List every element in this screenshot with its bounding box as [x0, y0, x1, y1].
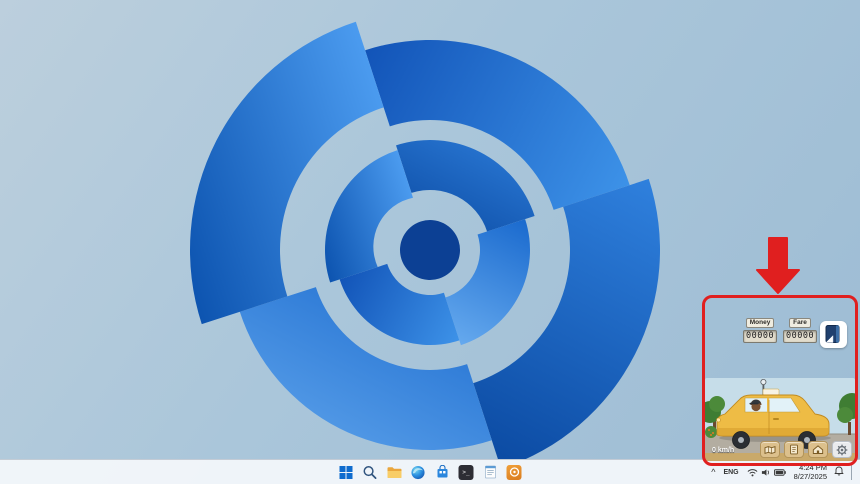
- notepad-icon: [484, 465, 496, 479]
- bell-icon: [834, 466, 844, 476]
- notification-button[interactable]: [833, 462, 845, 482]
- search-icon: [363, 465, 377, 479]
- fare-hud: Fare 00000: [783, 318, 818, 343]
- wifi-icon: [747, 468, 758, 476]
- logbook-icon: [825, 325, 840, 343]
- home-button[interactable]: [808, 441, 828, 458]
- network-volume-battery-cluster[interactable]: [745, 466, 788, 479]
- speed-readout: 0 km/h: [712, 447, 735, 454]
- steering-wheel-glyph: [509, 467, 519, 477]
- red-arrow-icon: [756, 237, 800, 294]
- logbook-button[interactable]: [820, 321, 847, 348]
- search-button[interactable]: [361, 463, 380, 482]
- taskbar-center-icons: >_: [337, 460, 524, 484]
- tray-date: 8/27/2025: [793, 472, 827, 481]
- taxi-game-window: Money 00000 Fare 00000 0 km/h: [705, 299, 855, 461]
- home-icon: [812, 445, 824, 454]
- start-icon: [339, 465, 353, 479]
- terminal-icon: >_: [458, 464, 474, 480]
- money-label: Money: [745, 318, 775, 328]
- map-button[interactable]: [760, 441, 780, 458]
- map-icon: [764, 445, 776, 454]
- battery-icon: [773, 468, 786, 476]
- terminal-button[interactable]: >_: [457, 463, 476, 482]
- clock[interactable]: 4:24 PM 8/27/2025: [794, 463, 827, 482]
- show-desktop-sliver[interactable]: [851, 464, 855, 480]
- start-button[interactable]: [337, 463, 356, 482]
- file-explorer-icon: [387, 466, 401, 478]
- fare-label: Fare: [789, 318, 811, 328]
- log-button[interactable]: [784, 441, 804, 458]
- game-icon: [506, 464, 522, 480]
- edge-button[interactable]: [409, 463, 428, 482]
- edge-icon: [411, 465, 425, 479]
- money-display: 00000: [743, 330, 778, 343]
- settings-button[interactable]: [832, 441, 852, 458]
- taskbar: >_ ^ ENG 4:24 PM 8/27/2025: [0, 459, 860, 484]
- store-icon: [437, 465, 447, 478]
- fare-display: 00000: [783, 330, 818, 343]
- receipt-icon: [790, 444, 798, 455]
- gear-icon: [836, 444, 848, 455]
- language-indicator[interactable]: ENG: [723, 469, 738, 476]
- game-app-button[interactable]: [505, 463, 524, 482]
- tray-time: 4:24 PM: [799, 462, 827, 472]
- volume-icon: [761, 468, 769, 476]
- game-button-bar: [760, 441, 852, 458]
- money-hud: Money 00000: [743, 318, 778, 343]
- file-explorer-button[interactable]: [385, 463, 404, 482]
- notepad-button[interactable]: [481, 463, 500, 482]
- store-button[interactable]: [433, 463, 452, 482]
- system-tray: ^ ENG 4:24 PM 8/27/2025: [709, 460, 855, 484]
- hidden-icons-chevron[interactable]: ^: [709, 466, 717, 479]
